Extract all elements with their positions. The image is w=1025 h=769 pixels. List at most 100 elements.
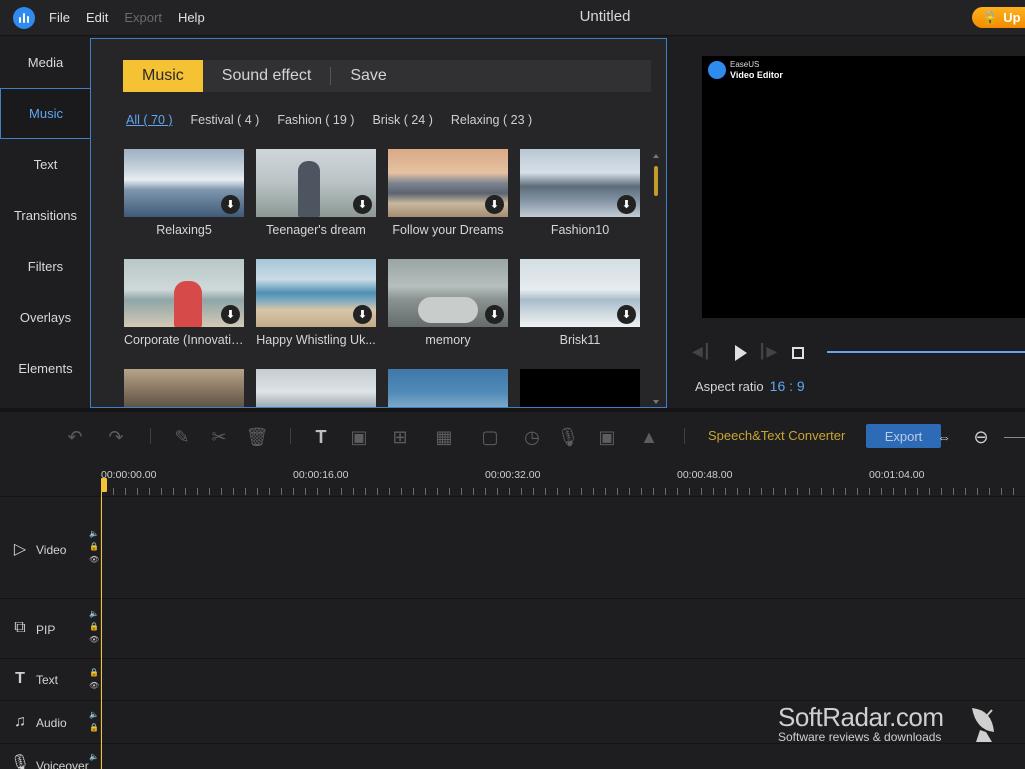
edit-icon[interactable]: ✎ [171,426,193,448]
tab-save[interactable]: Save [331,60,405,92]
preview-watermark: EaseUS Video Editor [708,60,783,80]
playback-progress[interactable] [827,351,1025,353]
track-header: 🎙 Voiceover 🔈 [0,744,101,769]
fit-timeline-icon[interactable]: ⇔ [933,426,955,448]
tick-label: 00:01:04.00 [869,469,925,481]
voiceover-icon[interactable]: 🎙 [557,426,580,448]
music-card[interactable]: ⬇ Follow your Dreams [388,149,508,237]
playhead-handle[interactable] [101,478,107,492]
speaker-icon[interactable]: 🔈 [89,751,99,763]
tick-label: 00:00:48.00 [677,469,733,481]
download-icon[interactable]: ⬇ [617,195,636,214]
lock-icon[interactable]: 🔒 [89,722,99,734]
card-label: Follow your Dreams [392,223,504,237]
card-label: Fashion10 [550,223,610,237]
tab-sound-effect[interactable]: Sound effect [203,60,331,92]
music-card[interactable] [520,369,640,407]
music-card[interactable]: ⬇ memory [388,259,508,347]
nav-filters[interactable]: Filters [0,241,91,292]
upgrade-button[interactable]: 🔒 Up [972,7,1025,28]
speaker-icon[interactable]: 🔈 [89,528,99,540]
download-icon[interactable]: ⬇ [485,195,504,214]
nav-music[interactable]: Music [0,88,91,139]
filter-all[interactable]: All ( 70 ) [126,113,173,127]
aspect-ratio[interactable]: Aspect ratio 16 : 9 [695,378,805,394]
ruler-ticks [101,488,1025,495]
library-scrollbar[interactable] [652,154,660,404]
music-card[interactable]: ⬇ Happy Whistling Uk... [256,259,376,347]
track-voiceover[interactable]: 🎙 Voiceover 🔈 [0,743,1025,769]
eye-icon[interactable]: 👁 [89,634,99,646]
scroll-thumb[interactable] [654,166,658,196]
freeze-frame-icon[interactable]: ▢ [479,426,501,448]
lock-icon[interactable]: 🔒 [89,667,99,679]
speech-text-converter-button[interactable]: Speech&Text Converter [708,428,845,443]
music-card[interactable] [256,369,376,407]
duration-icon[interactable]: ◷ [521,426,543,448]
voiceover-track-icon: 🎙 [9,755,31,769]
card-label: Teenager's dream [266,223,366,237]
cut-icon[interactable]: ✂ [208,426,230,448]
download-icon[interactable]: ⬇ [353,305,372,324]
music-card[interactable] [388,369,508,407]
zoom-out-icon[interactable]: ⊖ [970,426,992,448]
green-screen-icon[interactable]: ▣ [596,426,618,448]
zoom-icon[interactable]: ⊞ [389,426,411,448]
toolbar-divider [684,428,685,444]
color-fill-icon[interactable]: ▲ [638,426,660,448]
track-pip[interactable]: ⧉ PIP 🔈 🔒 👁 [0,598,1025,658]
music-card[interactable]: ⬇ Fashion10 [520,149,640,237]
speaker-icon[interactable]: 🔈 [89,709,99,721]
music-card[interactable]: ⬇ Corporate (Innovative) [124,259,244,347]
redo-icon[interactable]: ↷ [105,426,127,448]
delete-icon[interactable]: 🗑 [246,426,269,448]
lock-icon[interactable]: 🔒 [89,541,99,553]
scroll-up-icon[interactable] [653,154,659,158]
stop-icon[interactable] [792,347,804,359]
eye-icon[interactable]: 👁 [89,680,99,692]
nav-text[interactable]: Text [0,139,91,190]
filter-fashion[interactable]: Fashion ( 19 ) [277,113,354,127]
export-button[interactable]: Export [866,424,941,448]
prev-frame-icon[interactable]: ◀┃ [692,343,711,360]
filter-relaxing[interactable]: Relaxing ( 23 ) [451,113,532,127]
nav-elements[interactable]: Elements [0,343,91,394]
card-label: Happy Whistling Uk... [256,333,376,347]
music-card[interactable]: ⬇ Teenager's dream [256,149,376,237]
text-icon[interactable]: T [310,426,332,448]
download-icon[interactable]: ⬇ [221,305,240,324]
aspect-value[interactable]: 16 : 9 [770,378,805,394]
download-icon[interactable]: ⬇ [485,305,504,324]
music-card[interactable]: ⬇ Relaxing5 [124,149,244,237]
download-icon[interactable]: ⬇ [221,195,240,214]
card-label: memory [425,333,471,347]
crop-icon[interactable]: ▣ [348,426,370,448]
track-video[interactable]: ▷ Video 🔈 🔒 👁 [0,496,1025,598]
filter-brisk[interactable]: Brisk ( 24 ) [372,113,432,127]
speaker-icon[interactable]: 🔈 [89,608,99,620]
card-label: Brisk11 [559,333,601,347]
play-icon[interactable] [735,345,747,361]
zoom-slider[interactable] [1004,437,1025,438]
playback-controls: ◀┃ [692,343,711,360]
nav-overlays[interactable]: Overlays [0,292,91,343]
title-bar: File Edit Export Help Untitled 🔒 Up [0,0,1025,36]
undo-icon[interactable]: ↶ [64,426,86,448]
nav-media[interactable]: Media [0,37,91,88]
tab-music[interactable]: Music [123,60,203,92]
playhead[interactable] [101,492,102,769]
scroll-down-icon[interactable] [653,400,659,404]
eye-icon[interactable]: 👁 [89,554,99,566]
next-frame-icon[interactable]: ┃▶ [758,343,777,360]
music-card[interactable]: ⬇ Brisk11 [520,259,640,347]
filter-festival[interactable]: Festival ( 4 ) [191,113,260,127]
download-icon[interactable]: ⬇ [353,195,372,214]
nav-transitions[interactable]: Transitions [0,190,91,241]
satellite-dish-icon [972,708,994,742]
track-text[interactable]: T Text 🔒 👁 [0,658,1025,700]
download-icon[interactable]: ⬇ [617,305,636,324]
mosaic-icon[interactable]: ▦ [433,426,455,448]
timeline-ruler[interactable]: 00:00:00.00 00:00:16.00 00:00:32.00 00:0… [101,460,1025,496]
lock-icon[interactable]: 🔒 [89,621,99,633]
music-card[interactable] [124,369,244,407]
